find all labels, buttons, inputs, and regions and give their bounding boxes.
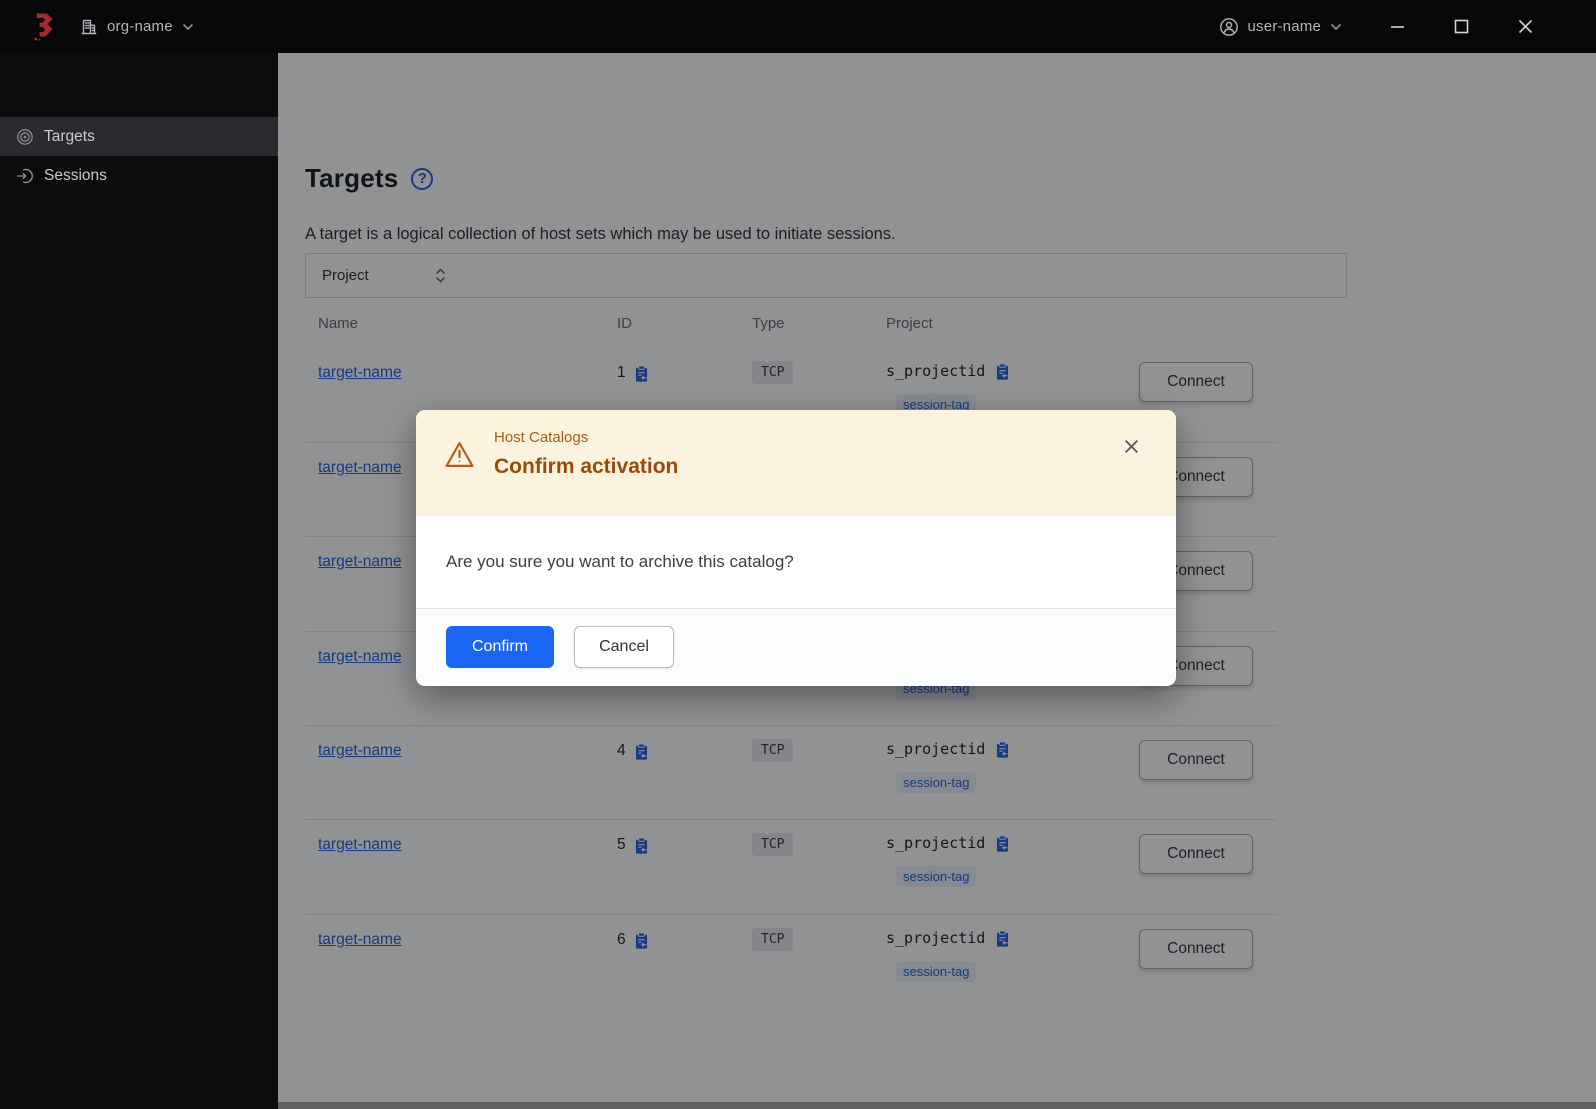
dialog-close-button[interactable] bbox=[1119, 434, 1144, 459]
maximize-icon bbox=[1454, 19, 1469, 34]
minimize-button[interactable] bbox=[1389, 18, 1406, 35]
minimize-icon bbox=[1391, 26, 1404, 28]
dialog-footer: Confirm Cancel bbox=[416, 608, 1176, 685]
sidebar-item-targets[interactable]: Targets bbox=[0, 117, 278, 156]
chevron-down-icon bbox=[1330, 23, 1342, 30]
maximize-button[interactable] bbox=[1453, 18, 1470, 35]
org-switcher[interactable]: org-name bbox=[80, 18, 194, 36]
close-icon bbox=[1518, 19, 1533, 34]
target-icon bbox=[17, 128, 33, 145]
user-name-label: user-name bbox=[1247, 18, 1321, 35]
sidebar-item-sessions[interactable]: Sessions bbox=[0, 156, 278, 195]
confirm-button[interactable]: Confirm bbox=[446, 626, 554, 668]
sidebar: Targets Sessions bbox=[0, 53, 278, 1109]
user-menu[interactable]: user-name bbox=[1219, 17, 1343, 37]
sessions-icon bbox=[17, 168, 33, 183]
sidebar-item-label: Targets bbox=[44, 127, 95, 145]
sidebar-item-label: Sessions bbox=[44, 166, 107, 184]
close-icon bbox=[1125, 440, 1138, 453]
app-titlebar: org-name user-name bbox=[0, 0, 1596, 53]
dialog-title: Confirm activation bbox=[494, 455, 679, 478]
dialog-header: Host Catalogs Confirm activation bbox=[416, 410, 1176, 516]
user-avatar-icon bbox=[1219, 17, 1238, 36]
cancel-button[interactable]: Cancel bbox=[574, 626, 674, 668]
chevron-down-icon bbox=[182, 23, 193, 30]
window-bottom-edge bbox=[278, 1102, 1596, 1109]
org-building-icon bbox=[81, 19, 97, 34]
close-window-button[interactable] bbox=[1517, 18, 1534, 35]
org-name-label: org-name bbox=[107, 18, 173, 35]
dialog-message: Are you sure you want to archive this ca… bbox=[446, 552, 794, 571]
dialog-body: Are you sure you want to archive this ca… bbox=[416, 516, 1176, 608]
warning-icon bbox=[445, 442, 474, 467]
confirm-dialog: Host Catalogs Confirm activation Are you… bbox=[416, 410, 1176, 686]
dialog-context: Host Catalogs bbox=[494, 429, 589, 446]
boundary-logo-icon bbox=[34, 13, 53, 40]
